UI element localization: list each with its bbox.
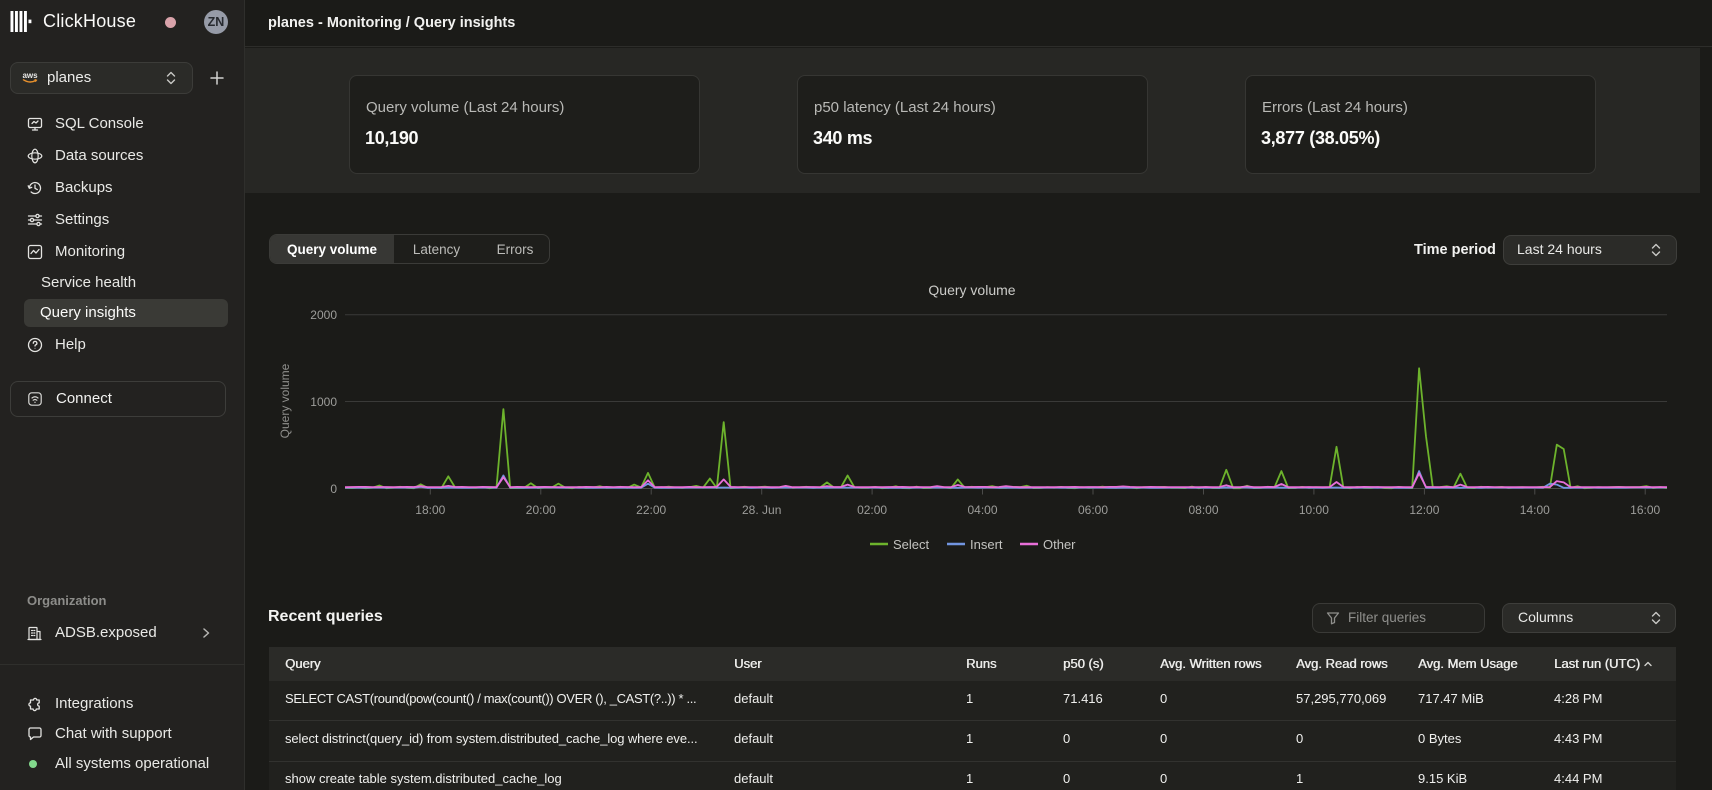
svg-text:12:00: 12:00 (1409, 503, 1439, 517)
svg-text:Insert: Insert (970, 537, 1003, 552)
svg-text:18:00: 18:00 (415, 503, 445, 517)
svg-text:10:00: 10:00 (1299, 503, 1329, 517)
svg-text:1000: 1000 (310, 395, 337, 409)
svg-text:2000: 2000 (310, 308, 337, 322)
svg-text:20:00: 20:00 (526, 503, 556, 517)
svg-text:22:00: 22:00 (636, 503, 666, 517)
svg-text:28. Jun: 28. Jun (742, 503, 781, 517)
svg-text:0: 0 (330, 482, 337, 496)
svg-text:Query volume: Query volume (928, 282, 1015, 298)
svg-text:06:00: 06:00 (1078, 503, 1108, 517)
svg-text:Select: Select (893, 537, 930, 552)
svg-text:16:00: 16:00 (1630, 503, 1660, 517)
svg-text:Query volume: Query volume (278, 363, 292, 438)
svg-text:Other: Other (1043, 537, 1076, 552)
svg-text:02:00: 02:00 (857, 503, 887, 517)
svg-text:08:00: 08:00 (1188, 503, 1218, 517)
svg-text:14:00: 14:00 (1520, 503, 1550, 517)
svg-text:04:00: 04:00 (967, 503, 997, 517)
